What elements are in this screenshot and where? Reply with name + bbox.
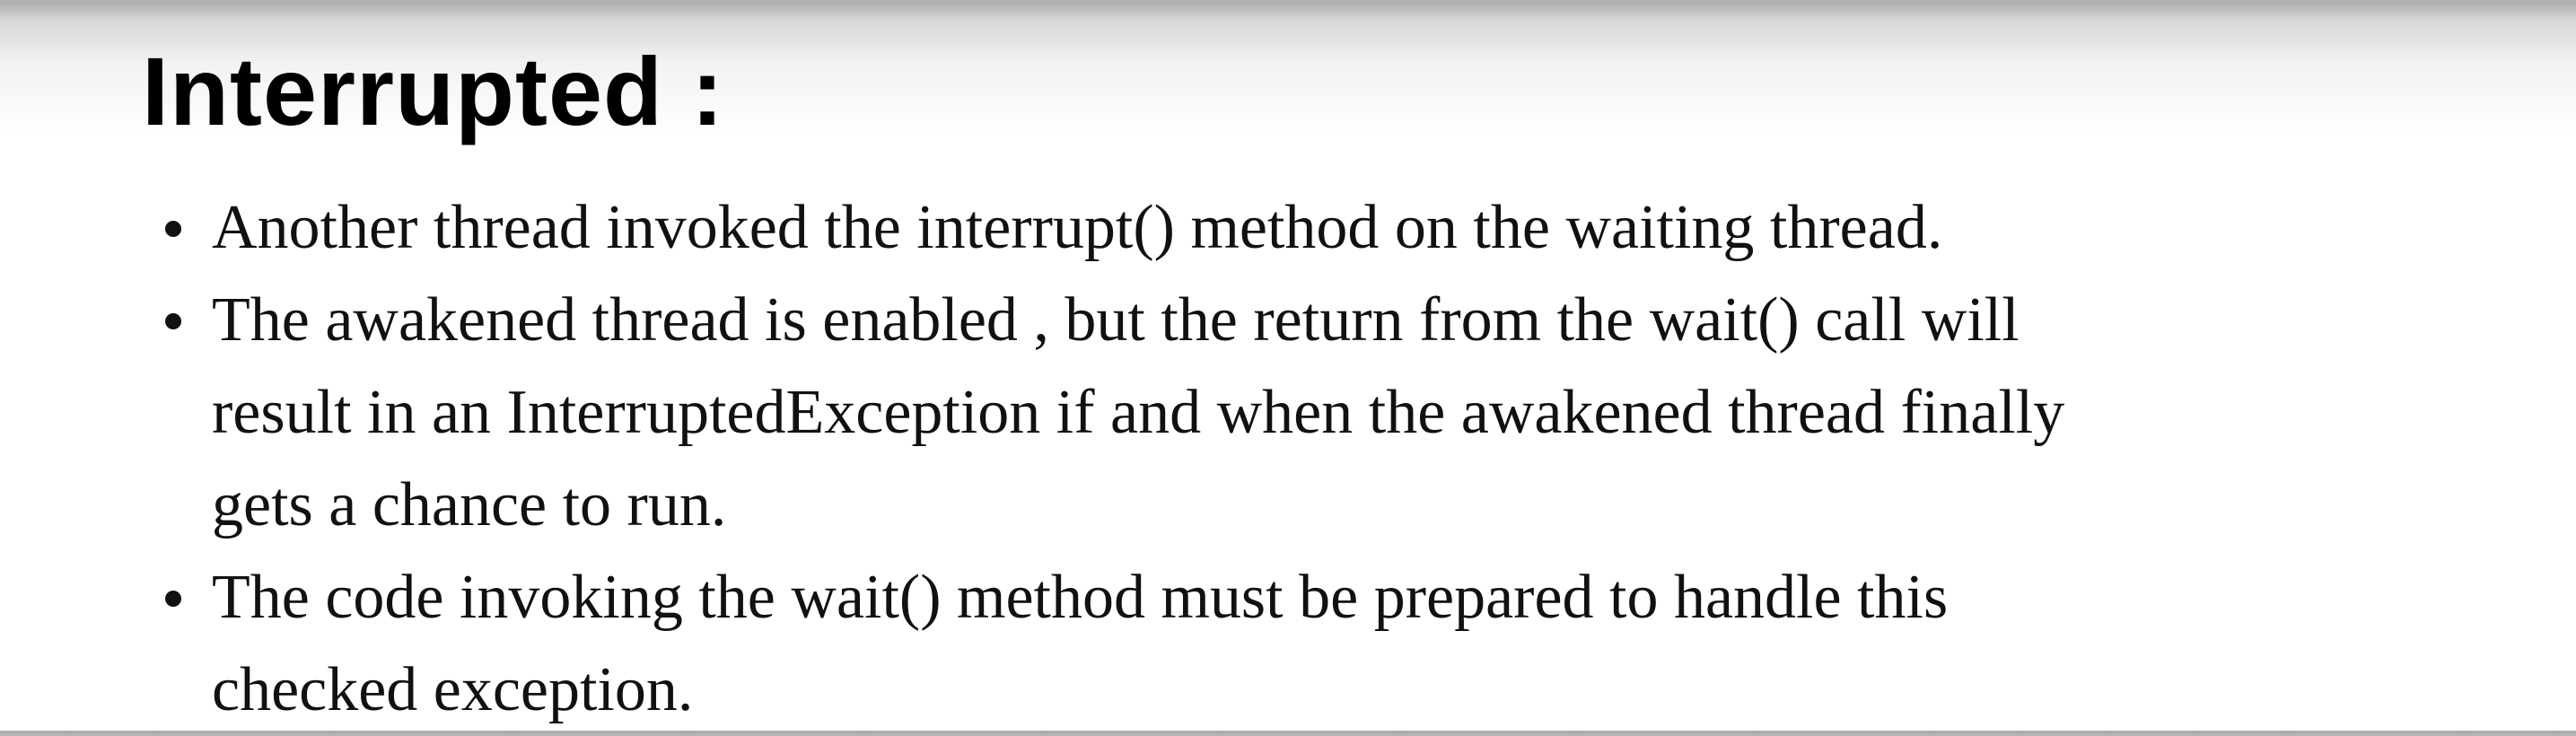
bullet-line: The awakened thread is enabled , but the… <box>212 285 2020 355</box>
bullet-icon <box>165 591 181 607</box>
bullet-line: result in an InterruptedException if and… <box>212 378 2065 447</box>
slide: Interrupted : Another thread invoked the… <box>0 0 2576 731</box>
bullet-line: checked exception. <box>212 655 694 724</box>
bullet-list: Another thread invoked the interrupt() m… <box>0 181 2576 736</box>
bullet-item-interrupt-invoked: Another thread invoked the interrupt() m… <box>0 181 2438 274</box>
slide-title: Interrupted : <box>142 37 724 145</box>
bullet-line: The code invoking the wait() method must… <box>212 563 1949 632</box>
bullet-item-handle-exception: The code invoking the wait() method must… <box>0 551 2438 736</box>
bullet-icon <box>165 221 181 237</box>
bullet-line: Another thread invoked the interrupt() m… <box>212 193 1943 262</box>
bullet-item-awakened-thread: The awakened thread is enabled , but the… <box>0 274 2438 551</box>
bullet-icon <box>165 313 181 329</box>
bullet-line: gets a chance to run. <box>212 470 727 539</box>
